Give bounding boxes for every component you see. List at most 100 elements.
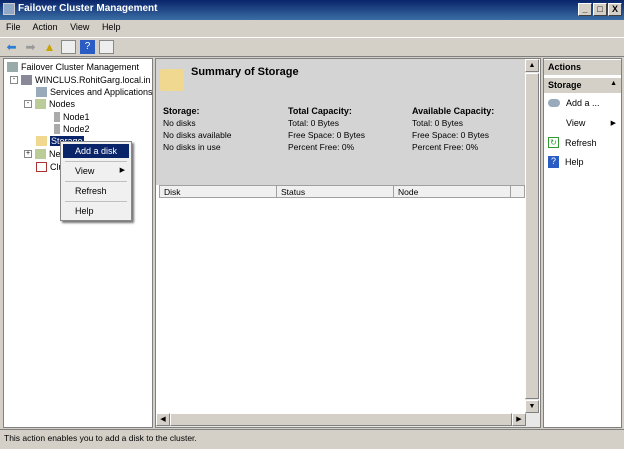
- available-capacity-column: Available Capacity: Total: 0 Bytes Free Sp…: [412, 105, 494, 153]
- action-view[interactable]: View ▶: [566, 118, 616, 128]
- action-add-disk[interactable]: Add a ...: [548, 98, 600, 108]
- nodes-icon: [35, 99, 46, 109]
- tree-item-root[interactable]: Failover Cluster Management: [7, 61, 139, 73]
- value: Free Space: 0 Bytes: [412, 130, 490, 140]
- expand-icon[interactable]: +: [24, 150, 32, 158]
- maximize-button[interactable]: □: [593, 3, 607, 16]
- collapse-icon[interactable]: -: [24, 100, 32, 108]
- heading: Total Capacity:: [288, 106, 352, 116]
- scroll-right-icon[interactable]: ▶: [512, 413, 526, 426]
- minimize-button[interactable]: _: [578, 3, 592, 16]
- toolbar: ⬅ ➡ ▲ ?: [0, 37, 624, 57]
- tree-label: Nodes: [49, 99, 76, 109]
- tree-item-services[interactable]: Services and Applications: [36, 86, 153, 98]
- heading: Available Capacity:: [412, 106, 495, 116]
- scroll-thumb[interactable]: [170, 413, 512, 426]
- title-bar: Failover Cluster Management _ □ X: [0, 0, 624, 20]
- section-label: Storage: [548, 80, 582, 90]
- tree-pane: Failover Cluster Management - WINCLUS.Roh…: [3, 58, 153, 428]
- action-label: View: [566, 118, 586, 128]
- vertical-scrollbar[interactable]: ▲ ▼: [525, 59, 539, 413]
- networks-icon: [35, 149, 46, 159]
- action-label: Add a ...: [566, 98, 600, 108]
- separator: [65, 201, 127, 202]
- window-title: Failover Cluster Management: [18, 3, 158, 14]
- forward-icon[interactable]: ➡: [23, 40, 38, 54]
- value: No disks available: [163, 130, 232, 140]
- value: Free Space: 0 Bytes: [288, 130, 366, 140]
- menu-help[interactable]: Help: [102, 22, 121, 32]
- context-refresh[interactable]: Refresh: [63, 184, 129, 198]
- column-status[interactable]: Status: [277, 186, 394, 197]
- column-node[interactable]: Node: [394, 186, 511, 197]
- storage-column: Storage: No disks No disks available No dis…: [163, 105, 232, 153]
- actions-header: Actions: [544, 60, 621, 75]
- help-icon: ?: [548, 156, 559, 168]
- context-view[interactable]: View ▶: [63, 164, 129, 178]
- events-icon: [36, 162, 47, 172]
- up-folder-icon[interactable]: ▲: [42, 40, 57, 54]
- menu-file[interactable]: File: [6, 22, 21, 32]
- server-icon: [54, 124, 60, 134]
- show-hide-action-pane-icon[interactable]: [99, 40, 114, 54]
- tree-label: Node1: [63, 112, 90, 122]
- scroll-up-icon[interactable]: ▲: [525, 59, 539, 72]
- cluster-manager-icon: [7, 62, 18, 72]
- add-disk-icon: [548, 99, 560, 107]
- scroll-down-icon[interactable]: ▼: [525, 400, 539, 413]
- server-icon: [54, 112, 60, 122]
- actions-pane: Actions Storage ▲ Add a ... View ▶ ↻ Refres…: [543, 58, 622, 428]
- storage-summary-pane: Summary of Storage Storage: No disks No di…: [155, 58, 541, 428]
- submenu-arrow-icon: ▶: [119, 167, 125, 174]
- collapse-icon[interactable]: ▲: [610, 80, 617, 87]
- storage-icon: [160, 69, 184, 91]
- tree-item-node1[interactable]: Node1: [54, 111, 90, 123]
- app-icon: [3, 3, 15, 15]
- tree-item-cluster[interactable]: - WINCLUS.RohitGarg.local.in: [10, 74, 151, 86]
- submenu-arrow-icon: ▶: [610, 120, 616, 127]
- tree-label: WINCLUS.RohitGarg.local.in: [35, 75, 151, 85]
- value: Total: 0 Bytes: [288, 118, 340, 128]
- tree-item-node2[interactable]: Node2: [54, 123, 90, 135]
- tree-item-nodes[interactable]: - Nodes: [24, 98, 75, 110]
- menu-view[interactable]: View: [70, 22, 89, 32]
- collapse-icon[interactable]: -: [10, 76, 18, 84]
- action-help[interactable]: ? Help: [548, 156, 584, 168]
- column-disk[interactable]: Disk: [160, 186, 277, 197]
- menu-action[interactable]: Action: [33, 22, 58, 32]
- disk-list-header: Disk Status Node: [159, 185, 525, 198]
- tree-label: Failover Cluster Management: [21, 62, 140, 72]
- tree-label: Services and Applications: [50, 87, 153, 97]
- total-capacity-column: Total Capacity: Total: 0 Bytes Free Space:…: [288, 105, 365, 153]
- action-label: Help: [565, 157, 584, 167]
- heading: Storage:: [163, 106, 200, 116]
- refresh-icon: ↻: [548, 137, 559, 148]
- show-hide-tree-icon[interactable]: [61, 40, 76, 54]
- close-button[interactable]: X: [608, 3, 622, 16]
- value: Percent Free: 0%: [288, 142, 355, 152]
- storage-icon: [36, 136, 47, 146]
- separator: [65, 181, 127, 182]
- context-help[interactable]: Help: [63, 204, 129, 218]
- value: No disks: [163, 118, 196, 128]
- scroll-left-icon[interactable]: ◀: [156, 413, 170, 426]
- help-icon[interactable]: ?: [80, 40, 95, 54]
- context-menu: Add a disk View ▶ Refresh Help: [60, 141, 132, 221]
- action-refresh[interactable]: ↻ Refresh: [548, 137, 597, 148]
- menu-label: View: [75, 166, 95, 176]
- context-add-disk[interactable]: Add a disk: [63, 144, 129, 158]
- value: No disks in use: [163, 142, 221, 152]
- separator: [65, 161, 127, 162]
- services-icon: [36, 87, 47, 97]
- value: Total: 0 Bytes: [412, 118, 464, 128]
- summary-title: Summary of Storage: [191, 66, 299, 78]
- horizontal-scrollbar[interactable]: ◀ ▶: [156, 413, 540, 427]
- scroll-thumb[interactable]: [525, 73, 539, 399]
- actions-section-storage[interactable]: Storage ▲: [544, 78, 621, 93]
- summary-header: Summary of Storage Storage: No disks No di…: [156, 59, 525, 185]
- cluster-icon: [21, 75, 32, 85]
- back-icon[interactable]: ⬅: [4, 40, 19, 54]
- value: Percent Free: 0%: [412, 142, 479, 152]
- tree-label: Node2: [63, 124, 90, 134]
- action-label: Refresh: [565, 137, 597, 148]
